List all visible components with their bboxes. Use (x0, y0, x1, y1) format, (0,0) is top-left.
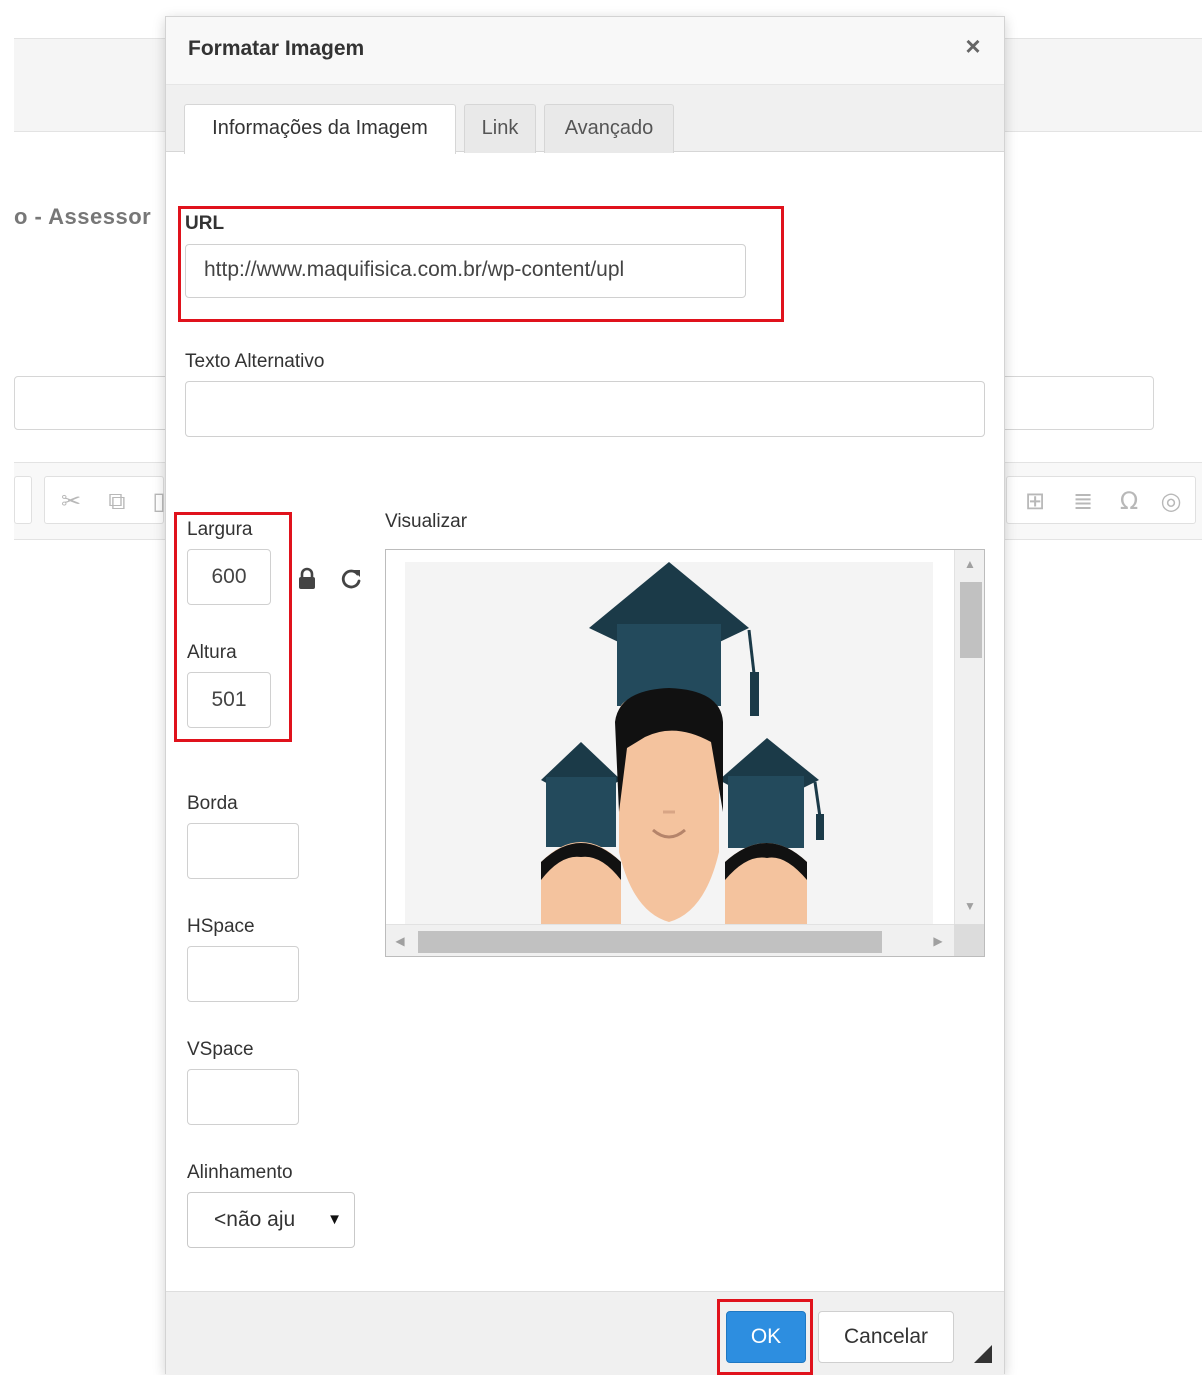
border-label: Borda (187, 793, 238, 814)
hspace-input[interactable] (187, 946, 299, 1002)
url-label: URL (185, 213, 225, 234)
url-input[interactable]: http://www.maquifisica.com.br/wp-content… (185, 244, 746, 298)
tab-image-info[interactable]: Informações da Imagem (184, 104, 456, 154)
copy-icon: ⧉ (108, 487, 126, 515)
scroll-left-icon[interactable]: ◀ (392, 933, 408, 949)
horizontal-line-icon: ≣ (1072, 487, 1094, 515)
horizontal-scroll-thumb[interactable] (418, 931, 882, 953)
cancel-button[interactable]: Cancelar (818, 1311, 954, 1363)
scroll-up-icon[interactable]: ▲ (962, 556, 978, 572)
cut-icon: ✂ (60, 487, 82, 515)
dialog-header: Formatar Imagem × (166, 17, 1004, 85)
format-image-dialog: Formatar Imagem × Informações da Imagem … (165, 16, 1005, 1375)
preview-horizontal-scrollbar[interactable]: ◀ ▶ (386, 924, 956, 956)
special-character-icon: Ω (1119, 487, 1139, 515)
lock-icon[interactable] (294, 566, 320, 592)
border-input[interactable] (187, 823, 299, 879)
alignment-select[interactable]: <não aju ▼ (187, 1192, 355, 1248)
alignment-label: Alinhamento (187, 1162, 293, 1183)
background-toolbar-group (14, 476, 32, 524)
background-page-title: o - Assessor (14, 204, 152, 229)
tab-link[interactable]: Link (464, 104, 536, 153)
alt-text-input[interactable] (185, 381, 985, 437)
vspace-label: VSpace (187, 1039, 254, 1060)
iframe-icon: ◎ (1160, 487, 1182, 515)
dialog-title: Formatar Imagem (188, 37, 365, 60)
alignment-selected-value: <não aju (214, 1208, 296, 1231)
height-input[interactable]: 501 (187, 672, 271, 728)
graduates-preview-image (405, 562, 933, 924)
vertical-scroll-thumb[interactable] (960, 582, 982, 658)
width-label: Largura (187, 519, 253, 540)
scroll-right-icon[interactable]: ▶ (930, 933, 946, 949)
close-icon[interactable]: × (960, 33, 986, 59)
reset-size-icon[interactable] (338, 566, 364, 592)
height-label: Altura (187, 642, 237, 663)
preview-pane[interactable]: ▲ ▼ ◀ ▶ (385, 549, 985, 957)
vspace-input[interactable] (187, 1069, 299, 1125)
alt-text-label: Texto Alternativo (185, 351, 325, 372)
preview-label: Visualizar (385, 511, 468, 532)
ok-button[interactable]: OK (726, 1311, 806, 1363)
scroll-down-icon[interactable]: ▼ (962, 898, 978, 914)
preview-vertical-scrollbar[interactable]: ▲ ▼ (954, 550, 984, 926)
resize-grip-icon[interactable] (974, 1345, 992, 1363)
hspace-label: HSpace (187, 916, 255, 937)
scrollbar-corner (954, 924, 984, 956)
dropdown-arrow-icon: ▼ (327, 1211, 342, 1228)
dialog-tabs: Informações da Imagem Link Avançado (166, 85, 1004, 154)
table-icon: ⊞ (1024, 487, 1046, 515)
width-input[interactable]: 600 (187, 549, 271, 605)
tab-advanced[interactable]: Avançado (544, 104, 674, 153)
